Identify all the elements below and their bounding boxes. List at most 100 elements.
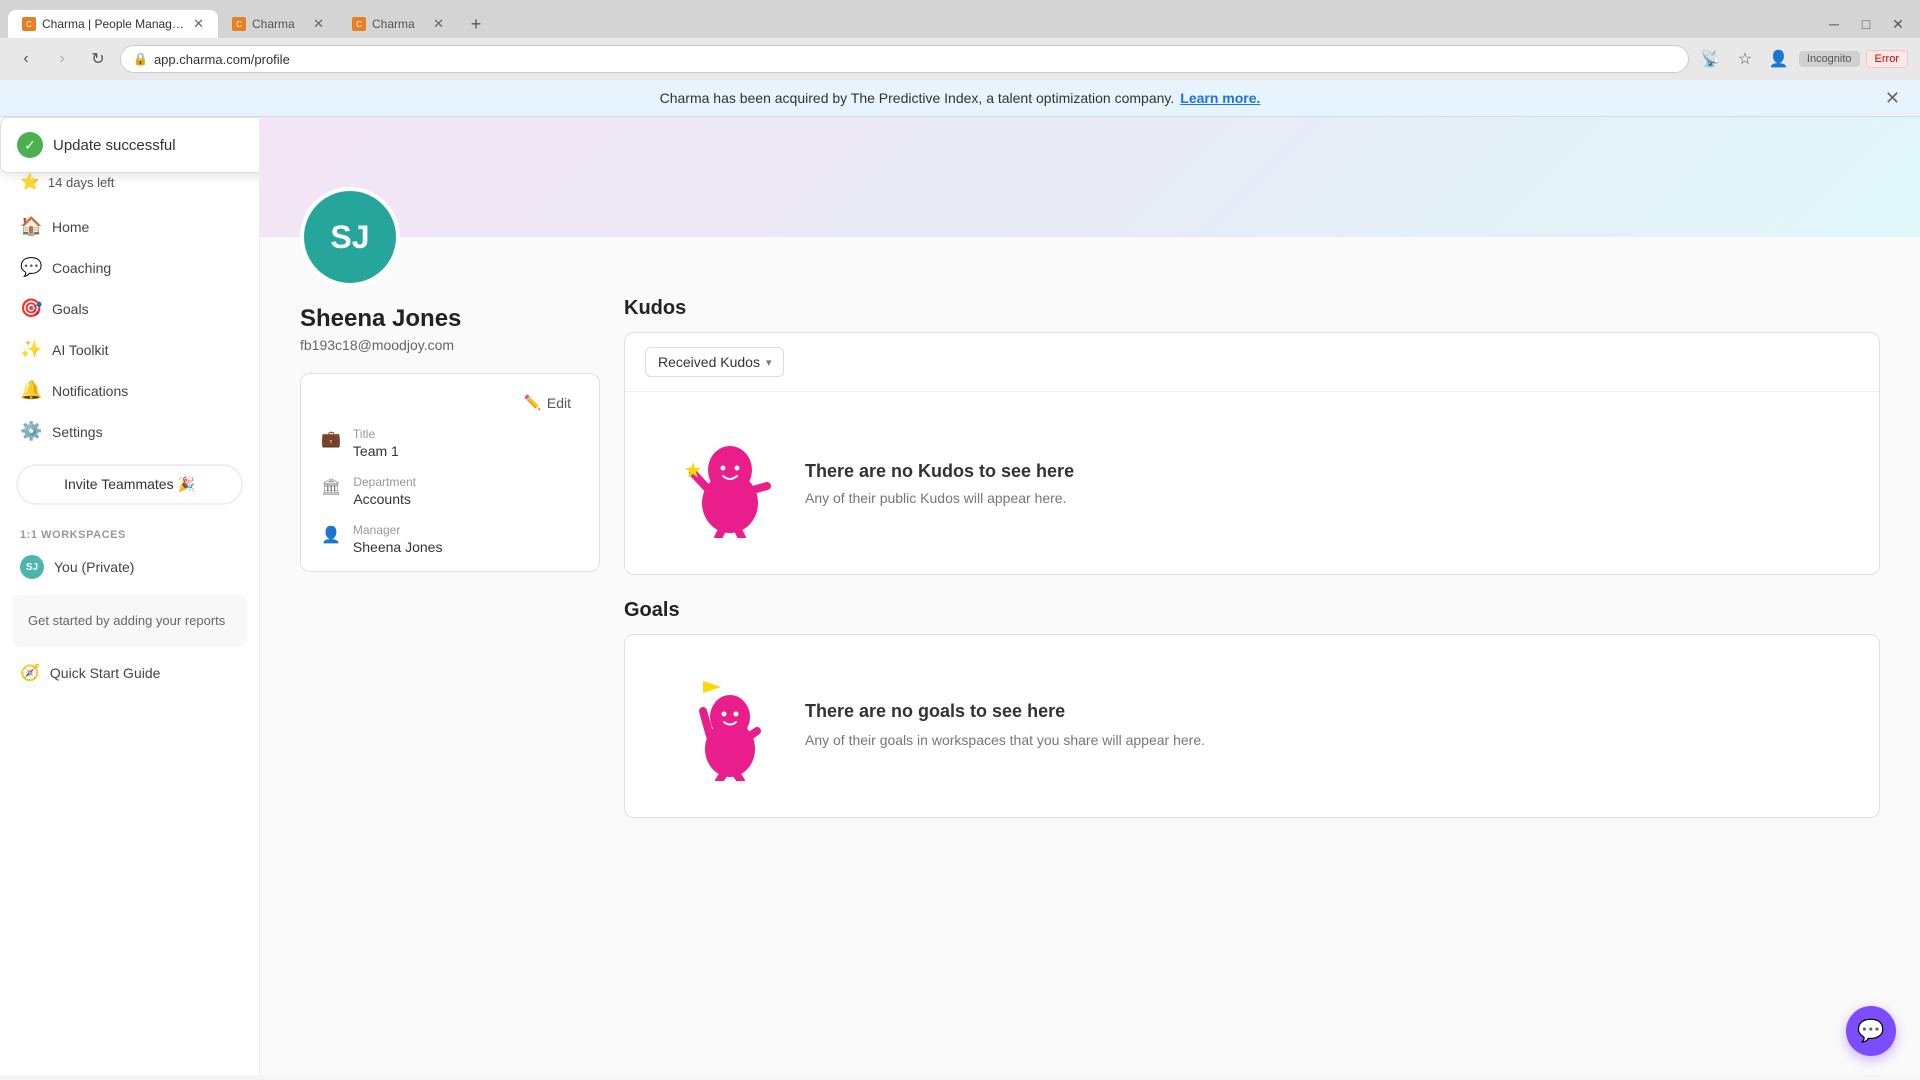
chat-icon: 💬 xyxy=(1857,1018,1884,1044)
get-started-card[interactable]: Get started by adding your reports xyxy=(12,595,247,647)
goals-empty-sub: Any of their goals in workspaces that yo… xyxy=(805,730,1205,751)
bookmark-icon[interactable]: ☆ xyxy=(1731,45,1759,73)
edit-button-row: ✏️ Edit xyxy=(321,390,579,415)
ai-toolkit-label: AI Toolkit xyxy=(52,342,109,358)
title-label: Title xyxy=(353,427,399,441)
notifications-label: Notifications xyxy=(52,383,128,399)
kudos-section-title: Kudos xyxy=(624,297,1880,320)
url-text[interactable]: app.charma.com/profile xyxy=(154,52,290,67)
sidebar-item-coaching[interactable]: 💬 Coaching xyxy=(0,247,259,288)
goals-section-title: Goals xyxy=(624,599,1880,622)
department-row: 🏛 Department Accounts xyxy=(321,475,579,507)
profile-icon[interactable]: 👤 xyxy=(1765,45,1793,73)
coaching-label: Coaching xyxy=(52,260,111,276)
department-label: Department xyxy=(353,475,416,489)
workspace-label: You (Private) xyxy=(54,559,134,575)
sidebar-item-ai-toolkit[interactable]: ✨ AI Toolkit xyxy=(0,329,259,370)
sidebar-item-goals[interactable]: 🎯 Goals xyxy=(0,288,259,329)
kudos-empty-text: There are no Kudos to see here Any of th… xyxy=(805,461,1074,506)
goals-card: There are no goals to see here Any of th… xyxy=(624,634,1880,818)
goals-empty-state: There are no goals to see here Any of th… xyxy=(625,635,1879,817)
address-bar[interactable]: 🔒 app.charma.com/profile xyxy=(120,45,1689,73)
kudos-mascot-illustration xyxy=(685,428,775,538)
kudos-empty-state: There are no Kudos to see here Any of th… xyxy=(625,392,1879,574)
briefcase-icon: 💼 xyxy=(321,429,341,449)
chat-fab[interactable]: 💬 xyxy=(1846,1006,1896,1056)
tab3-title: Charma xyxy=(372,17,427,31)
success-toast: ✓ Update successful ✕ xyxy=(0,117,260,173)
invite-label: Invite Teammates 🎉 xyxy=(64,476,195,492)
profile-header: SJ xyxy=(260,117,1920,237)
goals-empty-title: There are no goals to see here xyxy=(805,701,1205,722)
browser-tab-1[interactable]: C Charma | People Management ... ✕ xyxy=(8,10,218,38)
edit-button[interactable]: ✏️ Edit xyxy=(515,390,579,415)
error-badge[interactable]: Error xyxy=(1866,50,1908,68)
title-row: 💼 Title Team 1 xyxy=(321,427,579,459)
workspace-item-you-private[interactable]: SJ You (Private) xyxy=(0,547,259,587)
nav-reload[interactable]: ↻ xyxy=(84,45,112,73)
sidebar: 🔍 ⭐ 14 days left 🏠 Home 💬 Coaching 🎯 Goa… xyxy=(0,117,260,1075)
lock-icon: 🔒 xyxy=(133,52,148,66)
browser-tab-3[interactable]: C Charma ✕ xyxy=(338,10,458,38)
browser-chrome: C Charma | People Management ... ✕ C Cha… xyxy=(0,0,1920,80)
tab3-favicon: C xyxy=(352,17,366,31)
tab1-close-icon[interactable]: ✕ xyxy=(193,16,204,32)
browser-tab-2[interactable]: C Charma ✕ xyxy=(218,10,338,38)
window-minimize[interactable]: ─ xyxy=(1820,10,1848,38)
profile-details-card: ✏️ Edit 💼 Title Team 1 🏛 xyxy=(300,373,600,572)
goals-icon: 🎯 xyxy=(20,298,42,319)
incognito-badge: Incognito xyxy=(1799,51,1860,67)
received-kudos-label: Received Kudos xyxy=(658,354,760,370)
sidebar-nav: 🏠 Home 💬 Coaching 🎯 Goals ✨ AI Toolkit 🔔… xyxy=(0,202,259,456)
ai-toolkit-icon: ✨ xyxy=(20,339,42,360)
announcement-bar: Charma has been acquired by The Predicti… xyxy=(0,80,1920,117)
main-content: SJ Sheena Jones fb193c18@moodjoy.com ✏️ … xyxy=(260,117,1920,1075)
cast-icon[interactable]: 📡 xyxy=(1697,45,1725,73)
manager-label: Manager xyxy=(353,523,443,537)
quick-start-guide[interactable]: 🧭 Quick Start Guide xyxy=(0,655,259,691)
announcement-text: Charma has been acquired by The Predicti… xyxy=(660,90,1175,106)
new-tab-button[interactable]: + xyxy=(462,10,490,38)
sidebar-item-home[interactable]: 🏠 Home xyxy=(0,206,259,247)
title-content: Title Team 1 xyxy=(353,427,399,459)
profile-body: Sheena Jones fb193c18@moodjoy.com ✏️ Edi… xyxy=(260,237,1920,842)
edit-label: Edit xyxy=(547,395,571,411)
tab1-title: Charma | People Management ... xyxy=(42,17,187,31)
avatar: SJ xyxy=(300,187,400,287)
goals-section: Goals xyxy=(624,599,1880,818)
home-label: Home xyxy=(52,219,89,235)
nav-forward[interactable]: › xyxy=(48,45,76,73)
pencil-icon: ✏️ xyxy=(523,394,540,411)
chevron-down-icon: ▾ xyxy=(766,356,772,369)
goals-label: Goals xyxy=(52,301,89,317)
browser-actions: 📡 ☆ 👤 Incognito Error xyxy=(1697,45,1908,73)
manager-value: Sheena Jones xyxy=(353,539,443,555)
window-close[interactable]: ✕ xyxy=(1884,10,1912,38)
settings-icon: ⚙️ xyxy=(20,421,42,442)
nav-back[interactable]: ‹ xyxy=(12,45,40,73)
announcement-close-icon[interactable]: ✕ xyxy=(1885,88,1900,109)
manager-row: 👤 Manager Sheena Jones xyxy=(321,523,579,555)
tab2-close-icon[interactable]: ✕ xyxy=(313,16,324,32)
tab3-close-icon[interactable]: ✕ xyxy=(433,16,444,32)
home-icon: 🏠 xyxy=(20,216,42,237)
compass-icon: 🧭 xyxy=(20,663,40,683)
invite-teammates-button[interactable]: Invite Teammates 🎉 xyxy=(16,464,243,505)
person-icon: 👤 xyxy=(321,525,341,545)
workspace-avatar: SJ xyxy=(20,555,44,579)
upgrade-text: 14 days left xyxy=(48,175,115,190)
tab1-favicon: C xyxy=(22,17,36,31)
browser-tabs: C Charma | People Management ... ✕ C Cha… xyxy=(0,0,1920,38)
workspaces-section: 1:1 Workspaces SJ You (Private) xyxy=(0,513,259,587)
sidebar-item-notifications[interactable]: 🔔 Notifications xyxy=(0,370,259,411)
avatar-initials: SJ xyxy=(330,219,369,256)
coaching-icon: 💬 xyxy=(20,257,42,278)
announcement-link[interactable]: Learn more. xyxy=(1180,90,1260,106)
kudos-empty-sub: Any of their public Kudos will appear he… xyxy=(805,490,1074,506)
window-restore[interactable]: □ xyxy=(1852,10,1880,38)
workspaces-title: 1:1 Workspaces xyxy=(0,525,259,547)
sidebar-item-settings[interactable]: ⚙️ Settings xyxy=(0,411,259,452)
quick-start-label: Quick Start Guide xyxy=(50,665,161,681)
kudos-filter-button[interactable]: Received Kudos ▾ xyxy=(645,347,784,377)
title-value: Team 1 xyxy=(353,443,399,459)
